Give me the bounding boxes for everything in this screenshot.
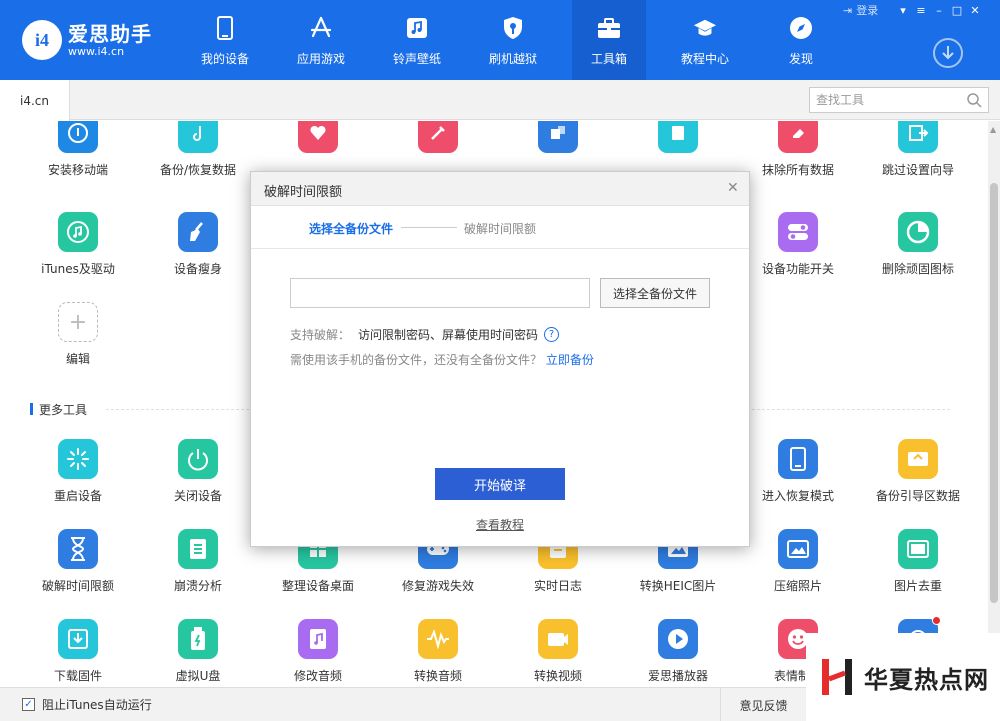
close-icon[interactable]: ✕ [727, 180, 739, 196]
modal-overlay: 破解时间限额 ✕ 选择全备份文件 破解时间限额 选择全备份文件 支持破解： 访问… [0, 0, 1000, 721]
view-tutorial-link[interactable]: 查看教程 [476, 516, 524, 533]
break-time-limit-dialog: 破解时间限额 ✕ 选择全备份文件 破解时间限额 选择全备份文件 支持破解： 访问… [250, 171, 750, 547]
dialog-title: 破解时间限额 [264, 185, 343, 200]
choose-backup-button[interactable]: 选择全备份文件 [600, 278, 710, 308]
help-icon[interactable]: ? [544, 327, 560, 342]
step-indicator: 选择全备份文件 破解时间限额 [251, 206, 749, 249]
support-info: 支持破解： 访问限制密码、屏幕使用时间密码 ? [290, 326, 560, 343]
backup-note: 需使用该手机的备份文件，还没有全备份文件？ 立即备份 [290, 353, 594, 367]
backup-now-link[interactable]: 立即备份 [546, 353, 594, 367]
step-connector [401, 227, 457, 228]
dialog-header: 破解时间限额 ✕ [251, 172, 749, 206]
step-select-backup: 选择全备份文件 [309, 222, 394, 236]
step-break-limit: 破解时间限额 [464, 222, 537, 236]
start-decrypt-button[interactable]: 开始破译 [435, 468, 565, 500]
backup-path-input[interactable] [290, 278, 590, 308]
